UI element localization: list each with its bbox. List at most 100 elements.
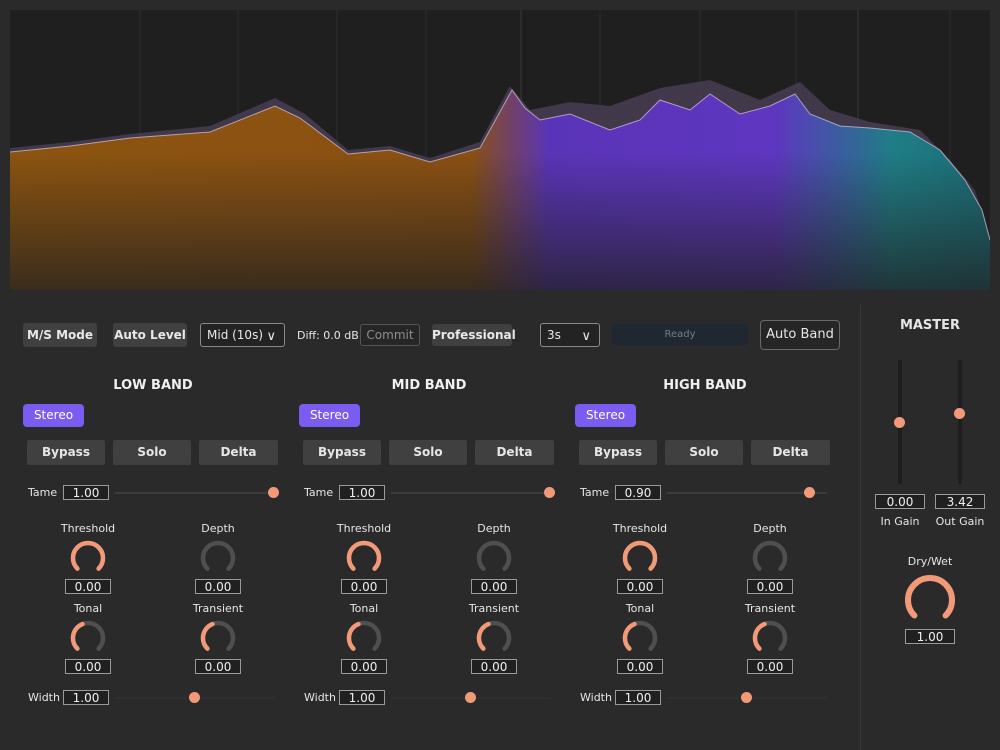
tame-slider-thumb[interactable] [804,487,816,498]
mid-window-value: Mid (10s) [207,328,264,342]
transient-value[interactable]: 0.00 [471,659,517,674]
tonal-knob[interactable] [620,618,660,658]
delta-button[interactable]: Delta [751,440,830,465]
diff-readout: Diff: 0.0 dB [297,329,359,342]
auto-band-button[interactable]: Auto Band [760,320,840,350]
depth-value[interactable]: 0.00 [747,579,793,594]
transient-label: Transient [468,602,520,615]
threshold-value[interactable]: 0.00 [65,579,111,594]
threshold-knob[interactable] [68,538,108,578]
time-window-select[interactable]: 3s ∨ [540,323,600,347]
tonal-value[interactable]: 0.00 [341,659,387,674]
transient-knob[interactable] [198,618,238,658]
bypass-button[interactable]: Bypass [303,440,381,465]
depth-value[interactable]: 0.00 [471,579,517,594]
depth-knob[interactable] [474,538,514,578]
threshold-label: Threshold [60,522,116,535]
transient-label: Transient [192,602,244,615]
spectrum-graph [9,10,991,290]
threshold-value[interactable]: 0.00 [617,579,663,594]
depth-label: Depth [753,522,787,535]
tame-value[interactable]: 0.90 [615,485,661,500]
threshold-value[interactable]: 0.00 [341,579,387,594]
threshold-knob[interactable] [620,538,660,578]
band-title: MID BAND [391,378,467,393]
threshold-label: Threshold [336,522,392,535]
tonal-label: Tonal [625,602,655,615]
tame-value[interactable]: 1.00 [339,485,385,500]
out-gain-label: Out Gain [935,515,985,528]
depth-value[interactable]: 0.00 [195,579,241,594]
time-window-value: 3s [547,328,561,342]
tame-label: Tame [28,486,58,499]
out-gain-value[interactable]: 3.42 [935,494,985,509]
status-indicator: Ready [612,324,748,346]
tame-slider-thumb[interactable] [544,487,555,498]
transient-value[interactable]: 0.00 [195,659,241,674]
in-gain-fader-thumb[interactable] [894,417,905,428]
out-gain-fader-thumb[interactable] [954,408,965,420]
width-slider-thumb[interactable] [465,692,476,703]
transient-label: Transient [744,602,796,615]
master-title: MASTER [899,318,961,333]
width-slider-thumb[interactable] [741,692,752,703]
tonal-value[interactable]: 0.00 [65,659,111,674]
depth-label: Depth [201,522,235,535]
chevron-down-icon: ∨ [266,329,276,344]
tonal-knob[interactable] [68,618,108,658]
delta-button[interactable]: Delta [475,440,554,465]
tame-slider-track[interactable] [115,492,275,494]
depth-knob[interactable] [198,538,238,578]
solo-button[interactable]: Solo [113,440,191,465]
width-value[interactable]: 1.00 [63,690,109,705]
stereo-mode-button[interactable]: Stereo [575,404,636,427]
stereo-mode-button[interactable]: Stereo [299,404,360,427]
drywet-value[interactable]: 1.00 [905,629,955,644]
spectrum-display [9,10,991,290]
tame-value[interactable]: 1.00 [63,485,109,500]
chevron-down-icon: ∨ [581,329,591,344]
tame-label: Tame [580,486,610,499]
width-label: Width [580,691,612,704]
band-panel-1: MID BAND Stereo Bypass Solo Delta Tame 1… [299,370,575,730]
solo-button[interactable]: Solo [389,440,467,465]
transient-value[interactable]: 0.00 [747,659,793,674]
bypass-button[interactable]: Bypass [579,440,657,465]
tonal-knob[interactable] [344,618,384,658]
tame-slider-track[interactable] [667,492,827,494]
band-title: HIGH BAND [663,378,747,393]
band-title: LOW BAND [113,378,193,393]
tonal-value[interactable]: 0.00 [617,659,663,674]
transient-knob[interactable] [474,618,514,658]
mid-window-select[interactable]: Mid (10s) ∨ [200,323,285,347]
in-gain-value[interactable]: 0.00 [875,494,925,509]
drywet-knob[interactable] [900,572,960,628]
tame-slider-thumb[interactable] [268,487,279,498]
width-label: Width [304,691,336,704]
width-slider-thumb[interactable] [189,692,200,703]
professional-button[interactable]: Professional [432,324,516,346]
transient-knob[interactable] [750,618,790,658]
width-label: Width [28,691,60,704]
tame-label: Tame [304,486,334,499]
threshold-label: Threshold [612,522,668,535]
solo-button[interactable]: Solo [665,440,743,465]
delta-button[interactable]: Delta [199,440,278,465]
tonal-label: Tonal [349,602,379,615]
drywet-label: Dry/Wet [907,555,953,568]
band-panel-2: HIGH BAND Stereo Bypass Solo Delta Tame … [575,370,851,730]
bypass-button[interactable]: Bypass [27,440,105,465]
tonal-label: Tonal [73,602,103,615]
out-gain-fader-track[interactable] [958,360,962,484]
tame-slider-track[interactable] [391,492,551,494]
stereo-mode-button[interactable]: Stereo [23,404,84,427]
commit-button[interactable]: Commit [360,324,420,346]
width-value[interactable]: 1.00 [339,690,385,705]
width-value[interactable]: 1.00 [615,690,661,705]
depth-label: Depth [477,522,511,535]
band-panel-0: LOW BAND Stereo Bypass Solo Delta Tame 1… [23,370,299,730]
ms-mode-button[interactable]: M/S Mode [23,323,97,347]
threshold-knob[interactable] [344,538,384,578]
depth-knob[interactable] [750,538,790,578]
auto-level-button[interactable]: Auto Level [113,323,187,347]
